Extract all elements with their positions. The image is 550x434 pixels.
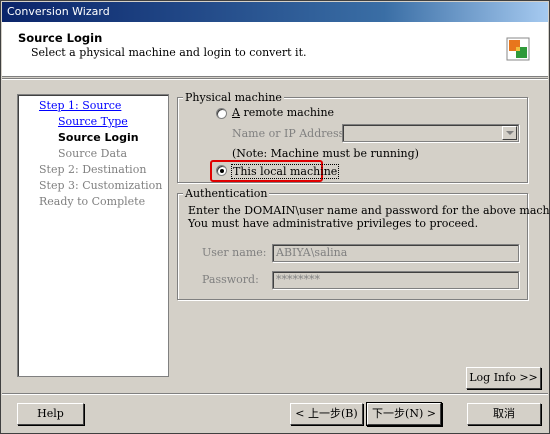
- remote-machine-label[interactable]: A remote machine: [232, 106, 334, 119]
- local-machine-radio[interactable]: [216, 165, 227, 176]
- next-button[interactable]: 下一步(N) >: [367, 403, 441, 425]
- radio-selected-dot: [220, 169, 224, 173]
- footer-divider: [2, 393, 548, 395]
- step-customization: Step 3: Customization: [39, 179, 163, 192]
- page-subtitle: Select a physical machine and login to c…: [31, 46, 307, 59]
- wizard-window: Conversion Wizard Source Login Select a …: [0, 0, 550, 434]
- step-source-login: Source Login: [58, 131, 139, 144]
- steps-panel: Step 1: Source Source Type Source Login …: [17, 94, 169, 377]
- back-button[interactable]: < 上一步(B): [290, 403, 363, 425]
- authentication-legend: Authentication: [183, 187, 270, 200]
- step-source-type[interactable]: Source Type: [58, 115, 128, 128]
- machine-note: (Note: Machine must be running): [232, 147, 419, 160]
- username-label: User name:: [202, 246, 267, 259]
- cancel-button[interactable]: 取消: [467, 403, 541, 425]
- password-field[interactable]: ********: [272, 271, 519, 289]
- step-source-data: Source Data: [58, 147, 128, 160]
- auth-description-line2: You must have administrative privileges …: [188, 217, 479, 230]
- page-title: Source Login: [18, 31, 103, 45]
- header-divider: [2, 78, 548, 80]
- log-info-button[interactable]: Log Info >>: [466, 367, 541, 389]
- wizard-header: Source Login Select a physical machine a…: [2, 22, 548, 77]
- local-machine-label[interactable]: This local machine: [231, 164, 340, 179]
- title-bar: Conversion Wizard: [2, 2, 548, 22]
- auth-description-line1: Enter the DOMAIN\user name and password …: [188, 204, 550, 217]
- chevron-down-icon[interactable]: [502, 126, 517, 140]
- name-ip-label: Name or IP Address:: [232, 127, 349, 140]
- converter-logo-icon: [506, 37, 530, 61]
- password-label: Password:: [202, 273, 259, 286]
- name-ip-combobox[interactable]: [342, 124, 519, 142]
- step-source[interactable]: Step 1: Source: [39, 99, 121, 112]
- remote-machine-radio[interactable]: [216, 108, 227, 119]
- username-field[interactable]: ABIYA\salina: [272, 244, 519, 262]
- help-button[interactable]: Help: [17, 403, 84, 425]
- step-ready: Ready to Complete: [39, 195, 146, 208]
- window-title: Conversion Wizard: [7, 5, 110, 18]
- step-destination: Step 2: Destination: [39, 163, 147, 176]
- physical-machine-legend: Physical machine: [183, 91, 284, 104]
